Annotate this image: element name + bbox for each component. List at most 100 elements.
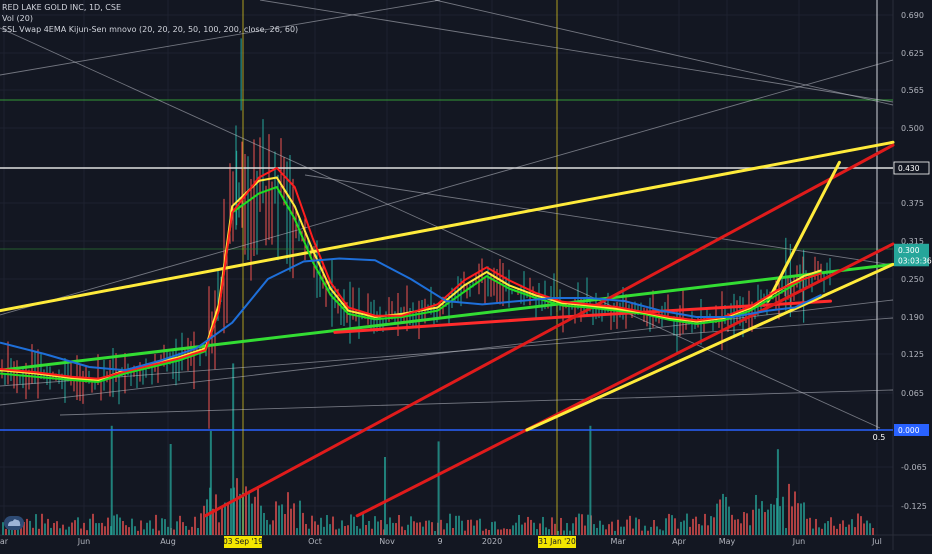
volume-bar (779, 506, 781, 535)
drawings[interactable] (0, 0, 894, 535)
volume-bar (377, 521, 379, 535)
volume-bar (443, 529, 445, 535)
volume-bar (746, 513, 748, 535)
volume-bar (26, 518, 28, 535)
volume-bar (578, 513, 580, 535)
chart[interactable]: 0.6900.6250.5650.5000.4300.3750.3150.250… (0, 0, 932, 550)
volume-bar (347, 525, 349, 535)
volume-bar (833, 525, 835, 535)
volume-bar (500, 529, 502, 535)
volume-bar (488, 529, 490, 535)
volume-bar (248, 490, 250, 535)
volume-spike (110, 425, 113, 535)
volume-bar (353, 516, 355, 535)
volume-bar (254, 496, 256, 535)
volume-bar (113, 515, 115, 535)
y-tick-label: 0.190 (901, 313, 924, 322)
volume-bar (320, 517, 322, 535)
volume-bar (572, 523, 574, 535)
volume-bar (227, 504, 229, 535)
indicator-series-line (0, 167, 822, 380)
volume-bar (596, 527, 598, 535)
volume-bar (770, 503, 772, 535)
volume-bar (566, 523, 568, 535)
volume-bar (647, 530, 649, 535)
volume-bar (290, 508, 292, 535)
trend-line[interactable] (525, 262, 895, 432)
volume-bar (701, 525, 703, 535)
volume-bar (788, 483, 790, 535)
volume-bar (65, 529, 67, 535)
volume-bar (392, 522, 394, 535)
volume-bar (179, 515, 181, 535)
volume-bar (593, 524, 595, 535)
y-tick-label: 0.565 (901, 86, 924, 95)
volume-bar (446, 523, 448, 535)
volume-spike (437, 441, 440, 535)
volume-bar (434, 530, 436, 535)
volume-bar (362, 513, 364, 535)
symbol-title[interactable]: RED LAKE GOLD INC, 1D, CSE (2, 2, 298, 13)
volume-bar (473, 525, 475, 535)
volume-bar (629, 515, 631, 535)
volume-bar (569, 530, 571, 535)
volume-bar (635, 517, 637, 535)
volume-bar (638, 519, 640, 535)
volume-bar (314, 521, 316, 535)
chart-svg[interactable]: 0.6900.6250.5650.5000.4300.3750.3150.250… (0, 0, 932, 550)
x-tick-label: Jul (871, 537, 882, 546)
volume-bar (173, 529, 175, 535)
volume-bar (869, 523, 871, 535)
volume-indicator-label[interactable]: Vol (20) (2, 13, 298, 24)
volume-spike (169, 444, 172, 535)
fib-level-label: 0.5 (873, 433, 886, 442)
volume-bar (683, 520, 685, 535)
volume-bar (68, 526, 70, 535)
volume-bar (365, 524, 367, 535)
volume-bar (407, 524, 409, 535)
volume-spike (209, 431, 212, 535)
volume-bar (662, 530, 664, 535)
volume-bar (452, 527, 454, 535)
volume-bar (206, 499, 208, 535)
volume-bar (620, 526, 622, 535)
volume-bar (839, 523, 841, 535)
volume-bar (659, 529, 661, 535)
y-tick-label: -0.065 (901, 463, 927, 472)
volume-bar (524, 522, 526, 535)
volume-bar (269, 524, 271, 535)
volume-bar (368, 520, 370, 535)
volume-bar (872, 527, 874, 535)
volume-bar (623, 526, 625, 535)
ssl-indicator-label[interactable]: SSL Vwap 4EMA Kijun-Sen mnovo (20, 20, 2… (2, 24, 298, 35)
volume-bar (350, 514, 352, 535)
volume-bar (92, 513, 94, 535)
volume-bar (734, 519, 736, 535)
volume-bar (509, 529, 511, 535)
volume-bar (38, 528, 40, 535)
volume-bar (104, 526, 106, 535)
volume-bar (587, 514, 589, 535)
volume-bar (185, 525, 187, 535)
volume-bar (329, 524, 331, 535)
y-tick-label: 0.625 (901, 49, 924, 58)
volume-bar (491, 522, 493, 535)
volume-bar (773, 504, 775, 535)
volume-bar (260, 505, 262, 535)
trend-line[interactable] (355, 242, 895, 518)
trend-lines[interactable] (0, 140, 895, 518)
y-tick-label: 0.690 (901, 11, 924, 20)
volume-bar (152, 528, 154, 535)
volume-bar (80, 528, 82, 535)
x-tick-label: Oct (308, 537, 322, 546)
y-tick-label: -0.125 (901, 502, 927, 511)
trend-line[interactable] (203, 143, 895, 518)
volume-bar (668, 513, 670, 535)
y-tick-label: 0.125 (901, 350, 924, 359)
volume-bar (398, 515, 400, 535)
volume-bar (425, 520, 427, 535)
volume-bar (416, 522, 418, 535)
volume-bar (191, 526, 193, 535)
volume-bar (800, 503, 802, 535)
volume-bar (680, 521, 682, 535)
